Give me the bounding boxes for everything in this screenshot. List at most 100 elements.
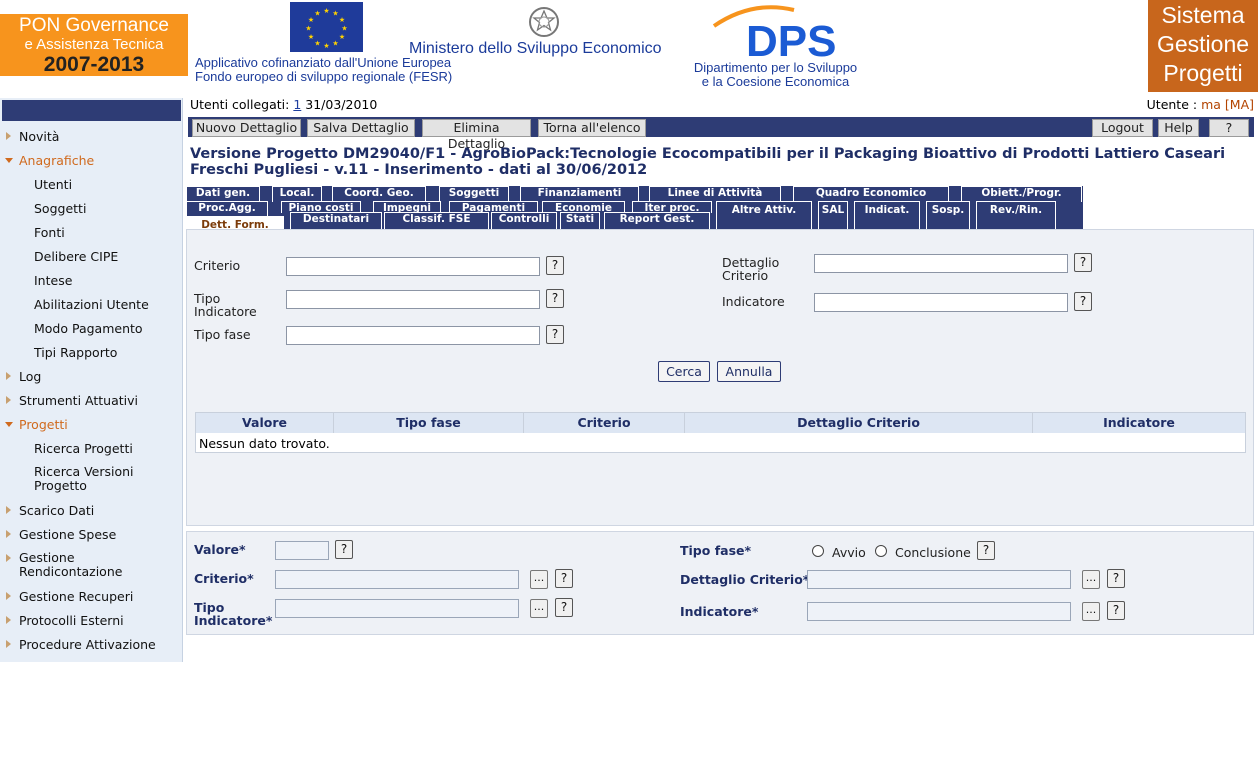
tab-obiett-progr[interactable]: Obiett./Progr.: [961, 186, 1082, 202]
tab-soggetti[interactable]: Soggetti: [439, 186, 509, 202]
indicatore-search-input[interactable]: [814, 293, 1068, 312]
sidebar-item-delibere-cipe[interactable]: Delibere CIPE: [0, 249, 183, 264]
sidebar-item-abilitazioni-utente[interactable]: Abilitazioni Utente: [0, 297, 183, 312]
sidebar-item-gestione-recuperi[interactable]: Gestione Recuperi: [0, 589, 183, 604]
eu-flag-icon: ★ ★ ★ ★ ★ ★ ★ ★ ★ ★ ★ ★: [290, 2, 363, 52]
delete-detail-button[interactable]: Elimina Dettaglio: [422, 119, 531, 151]
tab-sal[interactable]: SAL: [818, 201, 848, 229]
sidebar-item-utenti[interactable]: Utenti: [0, 177, 183, 192]
tab-dett-form[interactable]: Dett. Form.: [186, 216, 284, 230]
project-title-line1: Versione Progetto DM29040/F1 - AgroBioPa…: [190, 146, 1226, 162]
tipo-fase-label: Tipo fase: [194, 327, 251, 342]
tipo-indicatore-input[interactable]: [275, 599, 519, 618]
indicatore-input[interactable]: [807, 602, 1071, 621]
sidebar-item-gestione-rendicontazione[interactable]: Gestione Rendicontazione: [0, 551, 140, 579]
ministry-title: Ministero dello Sviluppo Economico: [409, 40, 662, 57]
back-to-list-button[interactable]: Torna all'elenco: [538, 119, 646, 137]
tab-dati-gen[interactable]: Dati gen.: [186, 186, 260, 202]
italian-emblem-icon: [528, 4, 560, 40]
logout-button[interactable]: Logout: [1092, 119, 1153, 137]
tipo-indicatore-detail-help-button[interactable]: ?: [555, 598, 573, 617]
column-header-dettaglio-criterio[interactable]: Dettaglio Criterio: [685, 413, 1033, 433]
column-header-tipo-fase[interactable]: Tipo fase: [334, 413, 524, 433]
indicatore-label: Indicatore: [722, 294, 785, 309]
conclusione-radio[interactable]: [875, 545, 887, 557]
sidebar-item-soggetti[interactable]: Soggetti: [0, 201, 183, 216]
tab-classif-fse[interactable]: Classif. FSE: [384, 212, 489, 229]
svg-text:★: ★: [308, 33, 314, 41]
sidebar-item-scarico-dati[interactable]: Scarico Dati: [0, 503, 183, 518]
indicatore-help-button[interactable]: ?: [1074, 292, 1092, 311]
tab-coord-geo[interactable]: Coord. Geo.: [332, 186, 426, 202]
connected-users-link[interactable]: 1: [293, 97, 301, 112]
sidebar-header-bar: [2, 100, 181, 121]
tipo-indicatore-search-input[interactable]: [286, 290, 540, 309]
sidebar-item-label: Protocolli Esterni: [19, 613, 124, 628]
dettaglio-criterio-input[interactable]: [807, 570, 1071, 589]
sidebar-item-log[interactable]: Log: [0, 369, 183, 384]
column-header-indicatore[interactable]: Indicatore: [1033, 413, 1245, 433]
sidebar-item-modo-pagamento[interactable]: Modo Pagamento: [0, 321, 183, 336]
column-header-valore[interactable]: Valore: [196, 413, 334, 433]
tipo-fase-search-input[interactable]: [286, 326, 540, 345]
question-button[interactable]: ?: [1209, 119, 1249, 137]
sidebar-item-anagrafiche[interactable]: Anagrafiche: [0, 153, 183, 168]
tipo-indicatore-browse-button[interactable]: ...: [530, 599, 548, 618]
indicatore-browse-button[interactable]: ...: [1082, 602, 1100, 621]
cancel-button[interactable]: Annulla: [717, 361, 781, 382]
search-button[interactable]: Cerca: [658, 361, 710, 382]
criterio-browse-button[interactable]: ...: [530, 570, 548, 589]
sidebar-item-intese[interactable]: Intese: [0, 273, 183, 288]
sidebar-item-gestione-spese[interactable]: Gestione Spese: [0, 527, 183, 542]
sidebar-item-tipi-rapporto[interactable]: Tipi Rapporto: [0, 345, 183, 360]
sidebar-item-procedure-attivazione[interactable]: Procedure Attivazione: [0, 637, 183, 652]
tab-stati[interactable]: Stati: [560, 212, 600, 229]
tab-rev-rin[interactable]: Rev./Rin.: [976, 201, 1056, 229]
save-detail-button[interactable]: Salva Dettaglio: [307, 119, 415, 137]
help-button[interactable]: Help: [1158, 119, 1199, 137]
dettaglio-criterio-search-input[interactable]: [814, 254, 1068, 273]
dettaglio-criterio-browse-button[interactable]: ...: [1082, 570, 1100, 589]
logo-line2: e Assistenza Tecnica: [24, 36, 164, 53]
tab-indicat[interactable]: Indicat.: [854, 201, 920, 229]
criterio-search-input[interactable]: [286, 257, 540, 276]
tab-destinatari[interactable]: Destinatari: [290, 212, 382, 229]
criterio-label: Criterio: [194, 258, 241, 273]
dettaglio-criterio-detail-help-button[interactable]: ?: [1107, 569, 1125, 588]
avvio-radio[interactable]: [812, 545, 824, 557]
tipo-fase-help-button[interactable]: ?: [546, 325, 564, 344]
indicatore-detail-help-button[interactable]: ?: [1107, 601, 1125, 620]
sidebar-item-protocolli-esterni[interactable]: Protocolli Esterni: [0, 613, 183, 628]
svg-text:★: ★: [339, 16, 345, 24]
new-detail-button[interactable]: Nuovo Dettaglio: [192, 119, 301, 137]
valore-help-button[interactable]: ?: [335, 540, 353, 559]
tab-linee-attivita[interactable]: Linee di Attività: [649, 186, 781, 202]
valore-input[interactable]: [275, 541, 329, 560]
tipo-fase-detail-help-button[interactable]: ?: [977, 541, 995, 560]
dps-description: Dipartimento per lo Sviluppo e la Coesio…: [683, 61, 868, 89]
sidebar-item-ricerca-progetti[interactable]: Ricerca Progetti: [0, 441, 183, 456]
dettaglio-criterio-help-button[interactable]: ?: [1074, 253, 1092, 272]
column-header-criterio[interactable]: Criterio: [524, 413, 685, 433]
sidebar-item-fonti[interactable]: Fonti: [0, 225, 183, 240]
criterio-input[interactable]: [275, 570, 519, 589]
criterio-help-button[interactable]: ?: [546, 256, 564, 275]
tab-controlli[interactable]: Controlli: [491, 212, 557, 229]
criterio-detail-help-button[interactable]: ?: [555, 569, 573, 588]
sidebar-item-ricerca-versioni-progetto[interactable]: Ricerca Versioni Progetto: [0, 465, 150, 493]
tab-finanziamenti[interactable]: Finanziamenti: [520, 186, 639, 202]
tab-sosp[interactable]: Sosp.: [926, 201, 970, 229]
user-label: Utente :: [1146, 97, 1198, 112]
tab-proc-agg[interactable]: Proc.Agg.: [186, 201, 268, 217]
tab-quadro-economico[interactable]: Quadro Economico: [793, 186, 949, 202]
tab-local[interactable]: Local.: [272, 186, 322, 202]
sidebar-item-strumenti-attuativi[interactable]: Strumenti Attuativi: [0, 393, 183, 408]
sidebar-item-progetti[interactable]: Progetti: [0, 417, 183, 432]
sgp-line1: Sistema: [1161, 2, 1245, 28]
tab-altre-attiv[interactable]: Altre Attiv.: [716, 201, 812, 229]
tipo-indicatore-help-button[interactable]: ?: [546, 289, 564, 308]
sidebar-item-label: Gestione Spese: [19, 527, 117, 542]
conclusione-radio-label: Conclusione: [895, 545, 971, 560]
tab-report-gest[interactable]: Report Gest.: [604, 212, 710, 229]
sidebar-item-novita[interactable]: Novità: [0, 129, 183, 144]
